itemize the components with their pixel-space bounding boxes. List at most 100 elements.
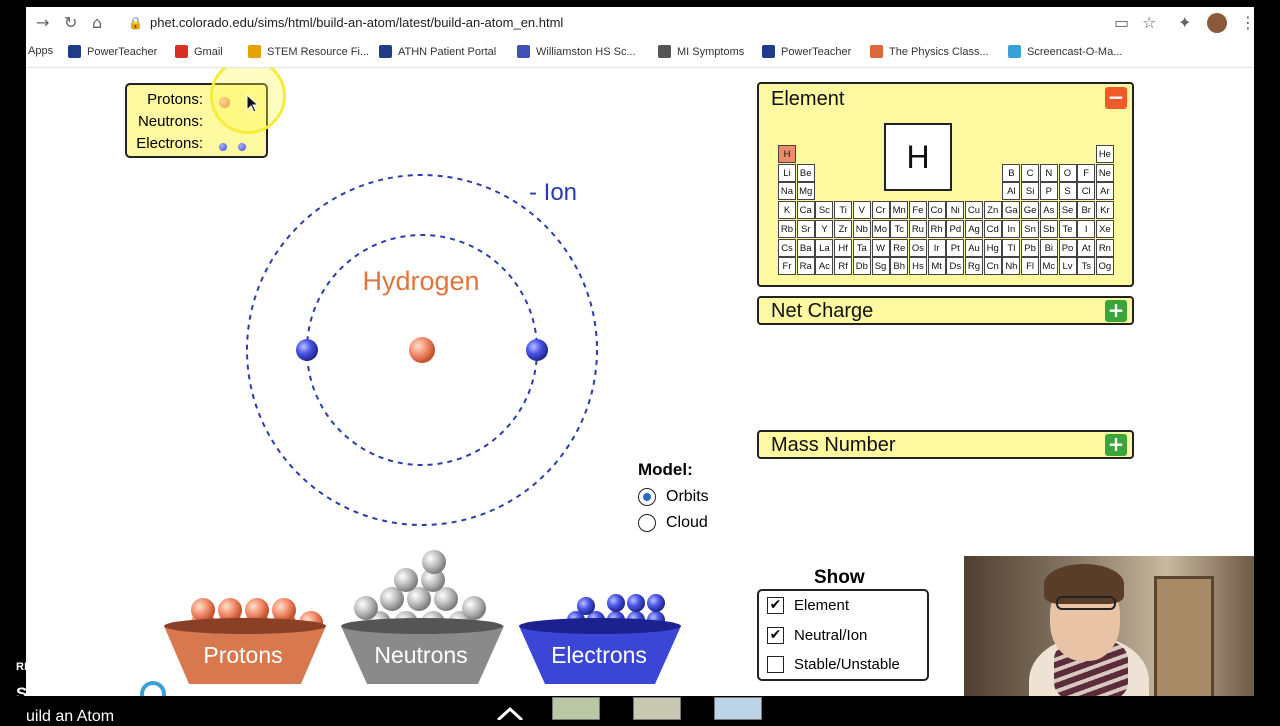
neutron[interactable] [462,596,486,620]
cast-icon[interactable]: ▭ [1114,13,1129,32]
periodic-cell-ru[interactable]: Ru [908,219,927,238]
bookmark-gmail[interactable]: Gmail [175,45,223,58]
bookmark-apps[interactable]: Apps [28,45,53,57]
periodic-cell-pb[interactable]: Pb [1021,238,1040,257]
model-option-cloud[interactable]: Cloud [638,510,709,536]
screen-thumbnail-atom[interactable] [552,697,600,720]
periodic-cell-bh[interactable]: Bh [890,257,909,276]
periodic-cell-v[interactable]: V [852,201,871,220]
periodic-cell-ga[interactable]: Ga [1002,201,1021,220]
periodic-cell-f[interactable]: F [1077,163,1096,182]
periodic-cell-sn[interactable]: Sn [1021,219,1040,238]
periodic-cell-ra[interactable]: Ra [796,257,815,276]
periodic-cell-na[interactable]: Na [778,182,796,201]
profile-avatar[interactable] [1207,13,1227,33]
bookmark-powerteacher[interactable]: PowerTeacher [762,45,851,58]
periodic-cell-b[interactable]: B [1002,163,1021,182]
periodic-cell-s[interactable]: S [1058,182,1077,201]
periodic-cell-ba[interactable]: Ba [796,238,815,257]
periodic-cell-sb[interactable]: Sb [1039,219,1058,238]
bookmark-stem-resource-fi[interactable]: STEM Resource Fi... [248,45,369,58]
periodic-cell-ni[interactable]: Ni [946,201,965,220]
show-stable-unstable-checkbox[interactable]: Stable/Unstable [767,656,900,673]
radio-unselected-icon[interactable] [638,514,656,532]
periodic-cell-mg[interactable]: Mg [796,182,815,201]
periodic-cell-au[interactable]: Au [965,238,983,257]
periodic-cell-rh[interactable]: Rh [927,219,946,238]
mass-number-panel[interactable]: Mass Number + [757,430,1134,459]
periodic-cell-si[interactable]: Si [1021,182,1040,201]
periodic-cell-k[interactable]: K [778,201,796,220]
electron[interactable] [296,339,318,361]
bookmark-athn-patient-portal[interactable]: ATHN Patient Portal [379,45,496,58]
periodic-cell-pd[interactable]: Pd [946,219,965,238]
periodic-cell-rn[interactable]: Rn [1095,238,1114,257]
periodic-cell-nb[interactable]: Nb [852,219,871,238]
periodic-cell-in[interactable]: In [1002,219,1021,238]
periodic-cell-cd[interactable]: Cd [983,219,1002,238]
periodic-cell-se[interactable]: Se [1058,201,1077,220]
periodic-cell-hs[interactable]: Hs [908,257,927,276]
electron[interactable] [577,597,595,615]
home-screen-icon[interactable] [496,706,524,720]
star-icon[interactable]: ☆ [1142,13,1156,32]
periodic-cell-rf[interactable]: Rf [834,257,853,276]
bookmark-williamston-hs-sc[interactable]: Williamston HS Sc... [517,45,636,58]
periodic-cell-la[interactable]: La [815,238,834,257]
periodic-cell-ac[interactable]: Ac [815,257,834,276]
periodic-cell-sg[interactable]: Sg [871,257,890,276]
proton[interactable] [409,337,435,363]
periodic-cell-te[interactable]: Te [1058,219,1077,238]
forward-icon[interactable]: → [36,13,49,32]
periodic-cell-be[interactable]: Be [796,163,815,182]
bookmark-powerteacher[interactable]: PowerTeacher [68,45,157,58]
periodic-cell-cu[interactable]: Cu [965,201,983,220]
bookmark-mi-symptoms[interactable]: MI Symptoms [658,45,744,58]
reload-icon[interactable]: ↻ [64,13,77,32]
electron[interactable] [526,339,548,361]
periodic-cell-ag[interactable]: Ag [965,219,983,238]
periodic-cell-mo[interactable]: Mo [871,219,890,238]
url-field[interactable]: phet.colorado.edu/sims/html/build-an-ato… [150,15,563,30]
neutron[interactable] [394,568,418,592]
periodic-cell-o[interactable]: O [1058,163,1077,182]
checkbox-unchecked-icon[interactable] [767,656,784,673]
periodic-cell-ne[interactable]: Ne [1095,163,1114,182]
periodic-cell-mn[interactable]: Mn [890,201,909,220]
collapse-element-button[interactable]: − [1105,87,1127,109]
checkbox-checked-icon[interactable]: ✔ [767,627,784,644]
periodic-cell-ge[interactable]: Ge [1021,201,1040,220]
periodic-cell-as[interactable]: As [1039,201,1058,220]
periodic-cell-c[interactable]: C [1021,163,1040,182]
periodic-cell-br[interactable]: Br [1077,201,1096,220]
periodic-cell-h[interactable]: H [778,145,796,163]
periodic-cell-pt[interactable]: Pt [946,238,965,257]
periodic-cell-po[interactable]: Po [1058,238,1077,257]
periodic-cell-zn[interactable]: Zn [983,201,1002,220]
periodic-cell-i[interactable]: I [1077,219,1096,238]
electron[interactable] [647,594,665,612]
radio-selected-icon[interactable] [638,488,656,506]
periodic-cell-db[interactable]: Db [852,257,871,276]
periodic-cell-tl[interactable]: Tl [1002,238,1021,257]
periodic-cell-os[interactable]: Os [908,238,927,257]
periodic-cell-cn[interactable]: Cn [983,257,1002,276]
menu-icon[interactable]: ⋮ [1240,13,1256,32]
proton[interactable] [191,598,215,622]
show-element-checkbox[interactable]: ✔ Element [767,597,849,614]
net-charge-panel[interactable]: Net Charge + [757,296,1134,325]
electron[interactable] [607,594,625,612]
screen-thumbnail-symbol[interactable] [633,697,681,720]
periodic-cell-nh[interactable]: Nh [1002,257,1021,276]
periodic-cell-p[interactable]: P [1039,182,1058,201]
periodic-cell-fr[interactable]: Fr [778,257,796,276]
periodic-cell-xe[interactable]: Xe [1095,219,1114,238]
extensions-icon[interactable]: ✦ [1178,13,1191,32]
periodic-cell-w[interactable]: W [871,238,890,257]
expand-mass-number-button[interactable]: + [1105,434,1127,456]
periodic-cell-al[interactable]: Al [1002,182,1021,201]
periodic-cell-fe[interactable]: Fe [908,201,927,220]
expand-net-charge-button[interactable]: + [1105,300,1127,322]
periodic-cell-ti[interactable]: Ti [834,201,853,220]
periodic-cell-rb[interactable]: Rb [778,219,796,238]
